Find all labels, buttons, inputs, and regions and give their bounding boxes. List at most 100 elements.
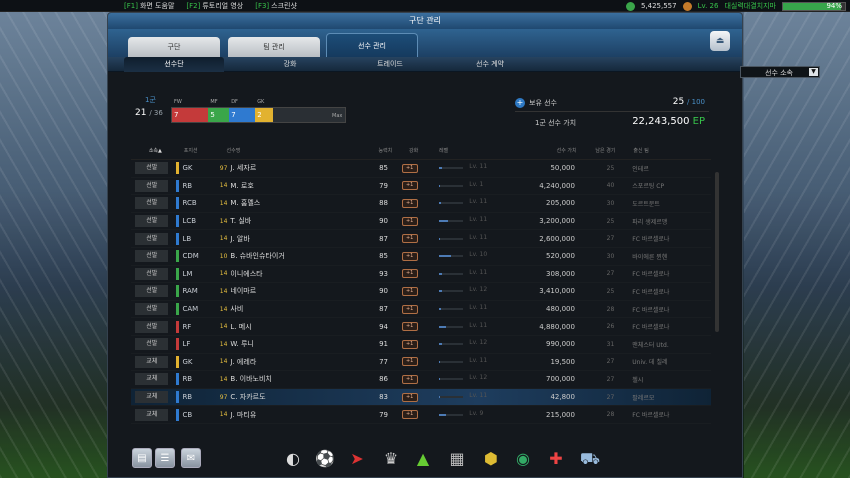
level-fill <box>439 184 441 187</box>
table-row[interactable]: 선발 RF 14 L. 메시 94 +1 Lv. 11 4,880,000 26 FC 바르셀로나 <box>131 318 711 336</box>
enhance-button[interactable]: +1 <box>401 322 418 332</box>
column-header[interactable]: 소속▲ <box>135 147 176 154</box>
level-fill <box>439 413 447 416</box>
table-row[interactable]: 선발 GK 97 J. 세자르 85 +1 Lv. 11 50,000 25 인테르 <box>131 160 711 178</box>
remaining-games: 31 <box>606 340 615 348</box>
position-label: MF <box>210 99 218 105</box>
player-value: 480,000 <box>545 305 575 314</box>
enhance-cell: +1 <box>388 339 431 349</box>
squad-status: 선발 <box>135 285 169 298</box>
table-row[interactable]: 선발 RCB 14 M. 훔멜스 88 +1 Lv. 11 205,000 30 도르트문트 <box>131 195 711 213</box>
column-header[interactable]: 선수 가치 <box>499 147 577 154</box>
player-name: 14 B. 이바노비치 <box>220 374 363 384</box>
position-text: RB <box>182 181 193 190</box>
table-row[interactable]: 선발 LCB 14 T. 실바 90 +1 Lv. 11 3,200,000 25 파리 생제르맹 <box>131 213 711 231</box>
enhance-button[interactable]: +1 <box>401 163 418 173</box>
player-name-text: 네이마르 <box>230 287 257 296</box>
mail-icon[interactable]: ✉ <box>181 448 201 468</box>
enhance-button[interactable]: +1 <box>401 374 418 384</box>
player-name-text: M. 로호 <box>230 181 254 190</box>
enhance-cell: +1 <box>388 410 431 420</box>
level-cell: Lv. 11 <box>435 322 496 332</box>
screenshot-link[interactable]: 스크린샷 <box>271 1 297 11</box>
tab-team-management[interactable]: 팀 관리 <box>228 37 320 57</box>
column-header[interactable]: 레벨 <box>439 147 499 154</box>
medical-icon[interactable]: ✚ <box>543 446 569 472</box>
cart-icon[interactable]: ⛟ <box>577 446 603 472</box>
enhance-button[interactable]: +1 <box>401 269 418 279</box>
column-header[interactable]: 강화 <box>392 147 435 154</box>
subtab-squad[interactable]: 선수단 <box>124 56 224 72</box>
enhance-button[interactable]: +1 <box>401 251 418 261</box>
table-row[interactable]: 교체 CB 14 J. 마티유 79 +1 Lv. 9 215,000 28 FC 바르셀로나 <box>131 406 711 424</box>
table-row[interactable]: 교체 RB 97 C. 자카르도 83 +1 Lv. 11 42,800 27 팔레르모 <box>131 388 711 407</box>
remaining-games: 30 <box>606 199 615 207</box>
column-header[interactable]: 포지션 <box>184 147 223 154</box>
level-cell: Lv. 11 <box>435 392 496 402</box>
level-cell: Lv. 11 <box>435 198 496 208</box>
season-badge: 14 <box>219 182 228 190</box>
enhance-button[interactable]: +1 <box>401 286 418 296</box>
tab-club[interactable]: 구단 <box>128 37 220 57</box>
table-row[interactable]: 선발 LB 14 J. 알바 87 +1 Lv. 11 2,600,000 27 FC 바르셀로나 <box>131 230 711 248</box>
enhance-cell: +1 <box>388 286 431 296</box>
table-row[interactable]: 교체 RB 14 B. 이바노비치 86 +1 Lv. 12 700,000 27 첼시 <box>131 371 711 389</box>
table-row[interactable]: 선발 CAM 14 사비 87 +1 Lv. 11 480,000 28 FC 바르셀로나 <box>131 301 711 319</box>
tab-player-management[interactable]: 선수 관리 <box>326 33 418 57</box>
plus-icon[interactable]: + <box>515 98 525 108</box>
help-link[interactable]: 화면 도움말 <box>140 1 174 11</box>
table-row[interactable]: 선발 RB 14 M. 로호 79 +1 Lv. 1 4,240,000 40 스포르팅 CP <box>131 178 711 196</box>
enhance-button[interactable]: +1 <box>401 339 418 349</box>
scrollbar[interactable] <box>715 172 719 332</box>
level-text: Lv. 11 <box>469 392 488 400</box>
player-name: 14 네이마르 <box>220 286 363 296</box>
enhance-button[interactable]: +1 <box>401 181 418 191</box>
column-header[interactable]: 출신 팀 <box>633 147 711 154</box>
origin-club: FC 바르셀로나 <box>632 324 670 332</box>
chevron-down-icon[interactable]: ▼ <box>809 68 818 76</box>
enhance-button[interactable]: +1 <box>401 392 418 402</box>
home-icon[interactable]: ⏏ <box>710 31 730 51</box>
enhance-button[interactable]: +1 <box>401 357 418 367</box>
column-header[interactable]: 남은 경기 <box>577 147 615 154</box>
badge-icon[interactable]: ⬢ <box>478 446 504 472</box>
filter-label: 선수 소속 <box>765 69 793 77</box>
table-row[interactable]: 선발 CDM 10 B. 슈바인슈타이거 85 +1 Lv. 10 520,000 30 바이에른… <box>131 248 711 266</box>
player-value: 4,880,000 <box>539 322 575 331</box>
subtab-contract[interactable]: 선수 계약 <box>440 57 540 72</box>
ball-icon[interactable]: ⚽ <box>312 446 338 472</box>
card-icon[interactable]: ▦ <box>444 446 470 472</box>
document-icon[interactable]: ▤ <box>132 448 152 468</box>
squad-stats: + 보유 선수 25 / 100 1군 선수 가치 22,243,500 EP <box>495 92 709 140</box>
affiliation-filter-dropdown[interactable]: 선수 소속 ▼ <box>740 66 820 78</box>
season-badge: 97 <box>219 393 228 401</box>
enhance-button[interactable]: +1 <box>401 216 418 226</box>
column-header[interactable]: 선수명 <box>227 147 368 154</box>
enhance-button[interactable]: +1 <box>401 304 418 314</box>
subtab-trade[interactable]: 트레이드 <box>340 57 440 72</box>
boot-icon[interactable]: ➤ <box>344 446 370 472</box>
whistle-icon[interactable]: ◐ <box>280 446 306 472</box>
player-name: 14 M. 훔멜스 <box>220 198 363 208</box>
table-row[interactable]: 선발 RAM 14 네이마르 90 +1 Lv. 12 3,410,000 25 FC 바르셀로나 <box>131 283 711 301</box>
squad-status: 선발 <box>135 232 169 245</box>
level-text: Lv. 11 <box>469 216 488 224</box>
enhance-button[interactable]: +1 <box>401 198 418 208</box>
table-row[interactable]: 선발 LF 14 W. 루니 91 +1 Lv. 12 990,000 31 맨체스터 Utd. <box>131 336 711 354</box>
cone-icon[interactable]: ▲ <box>410 446 436 472</box>
enhance-button[interactable]: +1 <box>401 234 418 244</box>
subtab-enhance[interactable]: 강화 <box>240 57 340 72</box>
level-track <box>439 202 464 205</box>
club-icon[interactable]: ◉ <box>510 446 536 472</box>
trophy-icon[interactable]: ♛ <box>378 446 404 472</box>
player-name-text: 사비 <box>230 305 244 314</box>
list-icon[interactable]: ☰ <box>155 448 175 468</box>
column-header[interactable]: 능력치 <box>367 147 392 154</box>
player-table: 소속▲ 포지션 선수명 능력치 강화 레벨 선수 가치 남은 경기 출신 팀 선발 GK 97 J. … <box>131 142 719 442</box>
tutorial-link[interactable]: 튜토리얼 영상 <box>202 1 243 11</box>
player-value: 19,500 <box>550 357 575 366</box>
table-row[interactable]: 선발 LM 14 이니에스타 93 +1 Lv. 11 308,000 27 FC 바르셀로나 <box>131 266 711 284</box>
squad-status: 선발 <box>135 215 169 228</box>
table-row[interactable]: 교체 GK 14 J. 에레라 77 +1 Lv. 11 19,500 27 Univ. 데 칠레 <box>131 354 711 372</box>
enhance-button[interactable]: +1 <box>401 410 418 420</box>
